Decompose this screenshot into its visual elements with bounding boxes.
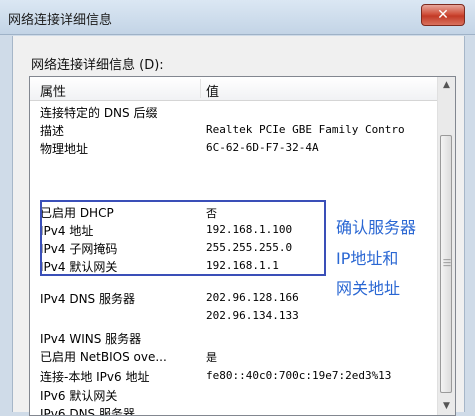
- vertical-scrollbar[interactable]: ▲ — — — ▼: [437, 77, 455, 415]
- table-row[interactable]: IPv4 WINS 服务器: [30, 329, 438, 347]
- row-value: 是: [206, 351, 217, 364]
- grip-icon: — — —: [443, 255, 451, 270]
- annotation-line: 确认服务器: [336, 218, 417, 237]
- table-row[interactable]: 描述 Realtek PCIe GBE Family Contro: [30, 121, 438, 139]
- column-header-value[interactable]: 值: [206, 81, 219, 100]
- row-property: IPv6 DNS 服务器: [40, 407, 135, 416]
- row-property: IPv4 WINS 服务器: [40, 332, 142, 346]
- close-icon: ✕: [437, 7, 449, 23]
- details-list[interactable]: 属性 值 连接特定的 DNS 后缀 描述 Realtek PCIe GBE Fa…: [29, 76, 456, 416]
- table-row[interactable]: 连接-本地 IPv6 地址 fe80::40c0:700c:19e7:2ed3%…: [30, 367, 438, 385]
- row-property: 已启用 NetBIOS ove...: [40, 350, 167, 364]
- title-bar: 网络连接详细信息 ✕: [0, 0, 475, 35]
- table-row[interactable]: 物理地址 6C-62-6D-F7-32-4A: [30, 139, 438, 157]
- row-value: 6C-62-6D-F7-32-4A: [206, 141, 319, 154]
- row-property: IPv6 默认网关: [40, 389, 118, 403]
- scrollbar-thumb[interactable]: — — —: [440, 135, 452, 393]
- table-row[interactable]: IPv6 DNS 服务器: [30, 404, 438, 416]
- row-value: fe80::40c0:700c:19e7:2ed3%13: [206, 369, 392, 382]
- scroll-up-arrow-icon[interactable]: ▲: [438, 77, 455, 94]
- table-row[interactable]: IPv6 默认网关: [30, 386, 438, 404]
- annotation-line: 网关地址: [336, 279, 401, 298]
- row-property: 连接-本地 IPv6 地址: [40, 370, 150, 384]
- table-row[interactable]: 已启用 NetBIOS ove... 是: [30, 347, 438, 365]
- list-header: 属性 值: [30, 77, 438, 101]
- dialog-body: 网络连接详细信息 (D): 属性 值 连接特定的 DNS 后缀 描述 Realt…: [12, 36, 465, 416]
- row-property: 描述: [40, 124, 65, 138]
- row-value: 202.96.134.133: [206, 309, 299, 322]
- scroll-down-arrow-icon[interactable]: ▼: [438, 398, 455, 415]
- row-property: 连接特定的 DNS 后缀: [40, 106, 158, 120]
- row-value: 202.96.128.166: [206, 291, 299, 304]
- column-header-property[interactable]: 属性: [40, 81, 66, 100]
- row-property: IPv4 DNS 服务器: [40, 292, 135, 306]
- row-property: 物理地址: [40, 142, 89, 156]
- row-value: Realtek PCIe GBE Family Contro: [206, 123, 405, 136]
- table-row[interactable]: 202.96.134.133: [30, 307, 438, 325]
- window-title: 网络连接详细信息: [8, 13, 113, 28]
- highlight-box: [40, 200, 326, 276]
- column-divider[interactable]: [200, 79, 201, 98]
- annotation-line: IP地址和: [336, 249, 399, 268]
- close-button[interactable]: ✕: [421, 4, 465, 26]
- table-row[interactable]: 连接特定的 DNS 后缀: [30, 103, 438, 121]
- details-label: 网络连接详细信息 (D):: [31, 58, 164, 73]
